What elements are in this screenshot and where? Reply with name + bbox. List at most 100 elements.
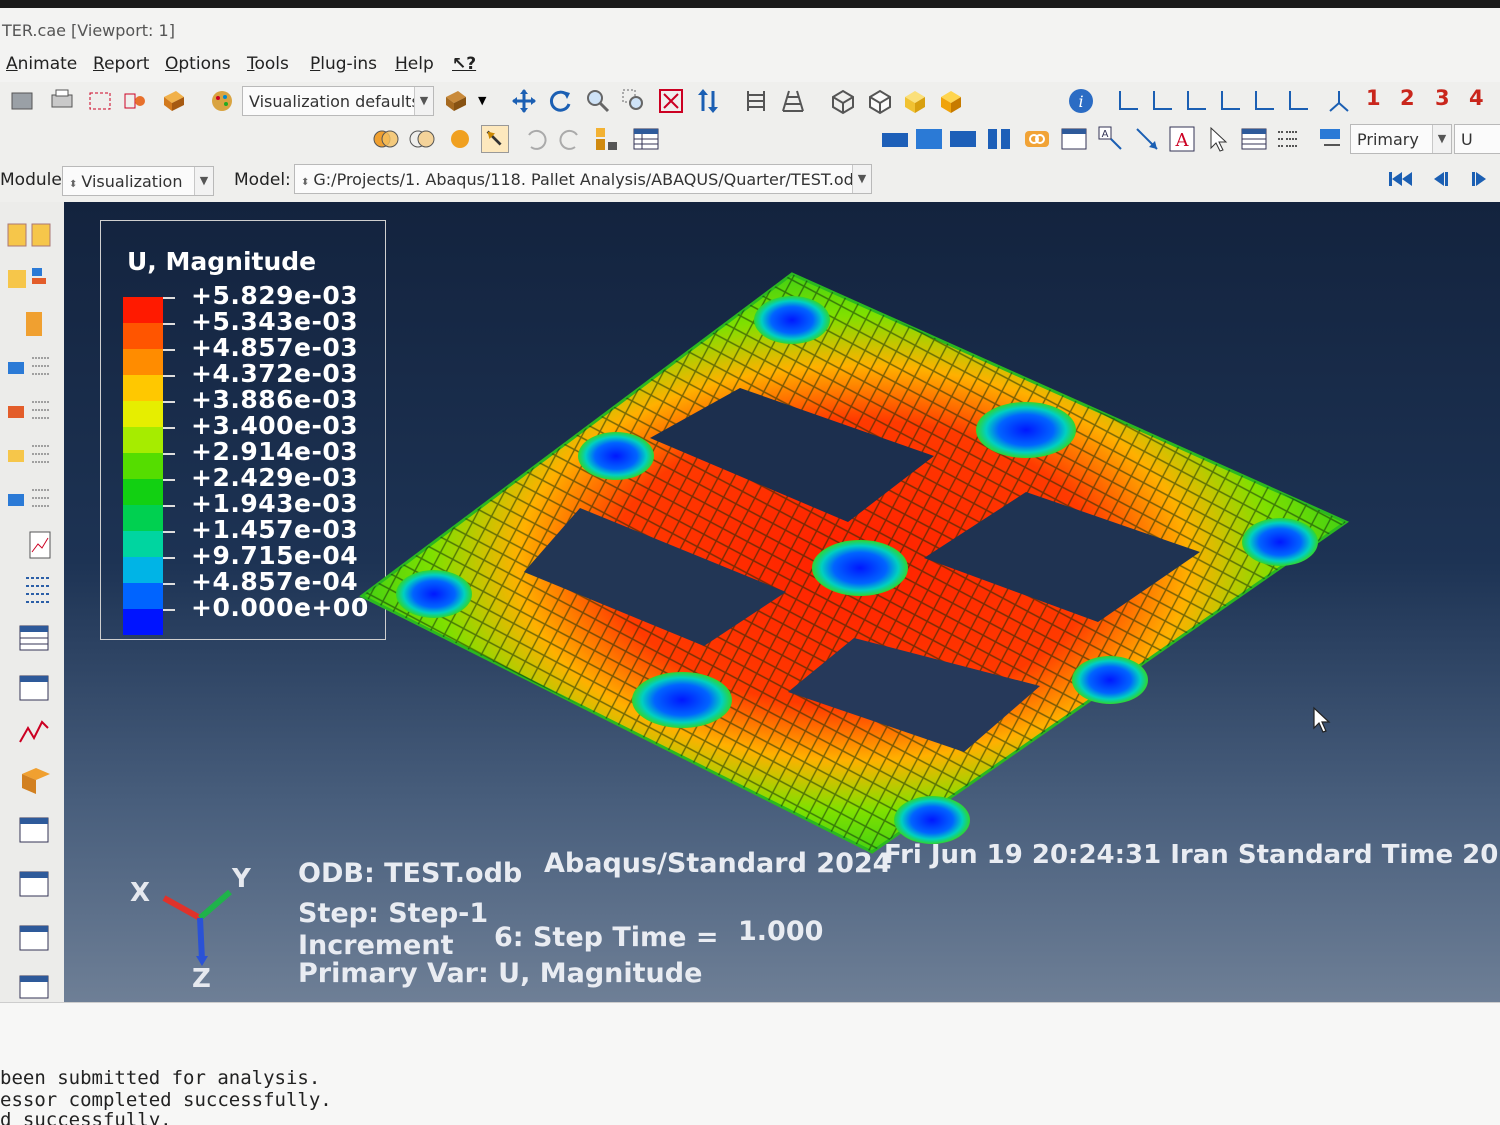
menu-tools[interactable]: Tools — [247, 54, 289, 74]
probe-icon[interactable] — [122, 87, 150, 115]
shaded-icon[interactable] — [937, 87, 965, 115]
print-icon[interactable] — [48, 87, 76, 115]
select-box-icon[interactable] — [86, 87, 114, 115]
field-output-icon[interactable] — [1318, 125, 1346, 153]
viewport-4-button[interactable]: 4 — [1469, 86, 1484, 110]
rotate-icon[interactable] — [547, 87, 575, 115]
open-database-icon[interactable] — [8, 87, 36, 115]
overlay-outline-icon[interactable] — [408, 125, 436, 153]
svg-text:A: A — [1175, 130, 1190, 151]
previous-frame-icon[interactable] — [1430, 170, 1450, 188]
view-orientation-icons[interactable] — [1114, 87, 1314, 115]
menu-options[interactable]: Options — [165, 54, 231, 74]
viewport-1-button[interactable]: 1 — [1366, 86, 1381, 110]
chevron-down-icon: ▼ — [852, 165, 871, 193]
window-title: TER.cae [Viewport: 1] — [0, 8, 1500, 48]
table-icon[interactable] — [632, 125, 660, 153]
field-variable-select[interactable]: U — [1454, 124, 1500, 154]
support-pad — [894, 796, 970, 844]
layer-icon[interactable] — [446, 125, 474, 153]
plot-undeformed-icon[interactable] — [6, 220, 54, 254]
menu-plugins[interactable]: Plug-ins — [310, 54, 377, 74]
menu-bar: Animate Report Options Tools Plug-ins He… — [0, 48, 1500, 82]
pallet-model[interactable] — [64, 202, 1500, 1002]
support-pad — [976, 402, 1076, 458]
pan-icon[interactable] — [510, 87, 538, 115]
filled-icon[interactable] — [901, 87, 929, 115]
material-orientation-icon[interactable] — [6, 396, 54, 430]
arrow-annotation-icon[interactable] — [1133, 125, 1161, 153]
menu-help[interactable]: Help — [395, 54, 434, 74]
spin-icon: ⬍ — [301, 177, 310, 188]
overlay-plot-icon[interactable] — [372, 125, 400, 153]
menu-animate[interactable]: Animate — [6, 54, 77, 74]
cycle-views-icon[interactable] — [694, 87, 722, 115]
module-toolbox — [0, 202, 65, 1002]
model-select[interactable]: ⬍ G:/Projects/1. Abaqus/118. Pallet Analy… — [294, 164, 872, 194]
support-pad — [396, 570, 472, 618]
plot-contours-icon[interactable] — [6, 308, 54, 342]
view-cut-table-icon[interactable] — [6, 922, 54, 956]
menu-report[interactable]: Report — [93, 54, 149, 74]
query-info-icon[interactable]: i — [1067, 87, 1095, 115]
symbol-plot-icon[interactable] — [6, 352, 54, 386]
render-style-select[interactable]: Visualization defaults ▼ — [242, 86, 434, 116]
undo-icon[interactable] — [521, 125, 549, 153]
chevron-down-icon: ▼ — [1432, 125, 1451, 153]
primary-variable-select[interactable]: Primary ▼ — [1350, 124, 1452, 154]
path-icon[interactable] — [6, 764, 54, 798]
color-code-icon[interactable] — [593, 125, 621, 153]
redo-icon[interactable] — [557, 125, 585, 153]
annotation-table-icon[interactable] — [1060, 125, 1088, 153]
front-view-icon[interactable] — [742, 87, 770, 115]
module-select[interactable]: ⬍ Visualization ▼ — [62, 166, 214, 196]
first-frame-icon[interactable] — [1388, 170, 1414, 188]
wireframe-cube-icon[interactable] — [442, 87, 470, 115]
report-table-icon[interactable] — [6, 622, 54, 656]
tool-active-icon[interactable] — [481, 125, 509, 153]
zoom-icon[interactable] — [584, 87, 612, 115]
support-pad — [754, 296, 830, 344]
box-zoom-icon[interactable] — [620, 87, 648, 115]
triad-y-label: Y — [232, 864, 251, 894]
free-body-table-icon[interactable] — [6, 814, 54, 848]
solver-version: Abaqus/Standard 2024 — [544, 848, 892, 879]
part-icon[interactable] — [160, 87, 188, 115]
context-help-icon[interactable]: ↖? — [452, 54, 476, 74]
message-line-2: essor completed successfully. — [0, 1089, 332, 1111]
toolbar-view: Visualization defaults ▼ ▼ i 1 2 3 4 — [0, 82, 1500, 120]
axis-triad-icon[interactable] — [1325, 87, 1353, 115]
result-options-icon[interactable] — [6, 572, 54, 606]
render-style-value: Visualization defaults — [249, 92, 420, 111]
dropdown-arrow-icon[interactable]: ▼ — [478, 94, 486, 107]
create-xy-data-icon[interactable] — [6, 672, 54, 706]
viewport-layout-icons[interactable] — [880, 125, 980, 153]
viewport-canvas[interactable]: U, Magnitude +5.829e-03 +5.343e-03 +4.857e… — [64, 202, 1500, 1002]
common-options-icon[interactable] — [6, 484, 54, 518]
select-pointer-icon[interactable] — [1205, 125, 1233, 153]
perspective-icon[interactable] — [779, 87, 807, 115]
viewport-3-button[interactable]: 3 — [1435, 86, 1450, 110]
results-table-icon[interactable] — [1240, 125, 1268, 153]
animate-icon[interactable] — [6, 528, 54, 562]
hidden-line-icon[interactable] — [866, 87, 894, 115]
text-annotation-icon[interactable]: A — [1097, 125, 1125, 153]
viewport-2-button[interactable]: 2 — [1400, 86, 1415, 110]
render-palette-icon[interactable] — [208, 87, 236, 115]
increment-label: Increment — [298, 930, 454, 961]
analysis-date: Fri Jun 19 20:24:31 Iran Standard Time 2… — [884, 840, 1500, 870]
xy-plot-icon[interactable] — [6, 716, 54, 750]
triad-x-label: X — [130, 878, 151, 908]
tile-vertical-icon[interactable] — [985, 125, 1013, 153]
link-viewports-icon[interactable] — [1023, 125, 1051, 153]
plot-options-icon[interactable] — [6, 440, 54, 474]
message-area: been submitted for analysis. essor compl… — [0, 1002, 1500, 1125]
plot-deformed-icon[interactable] — [6, 264, 54, 298]
text-box-icon[interactable]: A — [1168, 125, 1196, 153]
display-group-table-icon[interactable] — [6, 972, 54, 1000]
auto-fit-icon[interactable] — [657, 87, 685, 115]
next-frame-icon[interactable] — [1470, 170, 1490, 188]
iso-view-icon[interactable] — [829, 87, 857, 115]
stream-table-icon[interactable] — [6, 868, 54, 902]
list-icon[interactable] — [1274, 125, 1302, 153]
